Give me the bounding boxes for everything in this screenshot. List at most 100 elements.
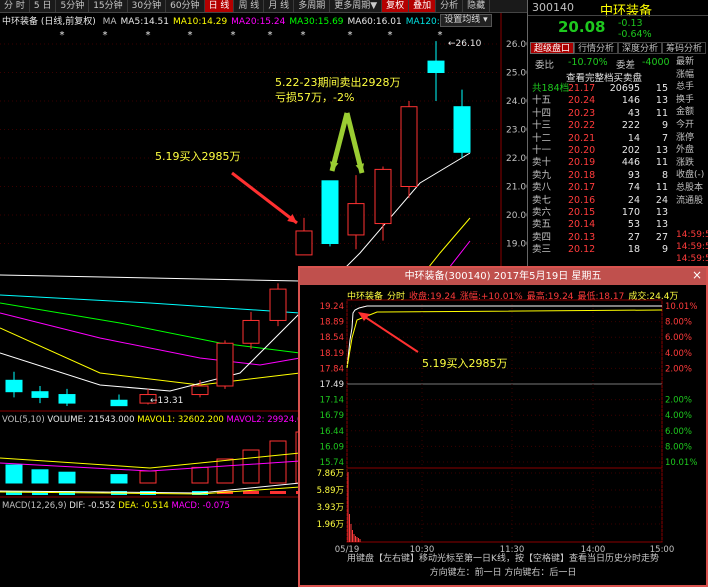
popup-price-tick: 18.19 [320, 349, 344, 359]
candle-body [216, 342, 234, 387]
popup-price-tick: 19.24 [320, 302, 344, 312]
volume-bar [5, 464, 23, 484]
tab-5min[interactable]: 5分钟 [56, 0, 90, 12]
ask-cell: 十五 [532, 95, 552, 107]
ma-legend-item: MA30:15.69 [289, 17, 344, 27]
popup-pct-tick: 6.00% [665, 333, 692, 343]
tab-daily[interactable]: 日 线 [204, 0, 235, 12]
ask-cell: 20.13 [568, 231, 596, 243]
vol-volume: VOLUME: 21543.000 [47, 415, 135, 425]
macd-legend: MACD(12,26,9) DIF: -0.552 DEA: -0.514 MA… [2, 501, 230, 511]
vol-label: VOL(5,10) [2, 415, 45, 425]
popup-pct-tick: 8.00% [665, 318, 692, 328]
tab-deep-analysis[interactable]: 深度分析 [618, 42, 663, 54]
ask-cell: 卖九 [532, 169, 552, 181]
price-change-pct: -0.64% [618, 29, 652, 40]
tab-monthly[interactable]: 月 线 [264, 0, 295, 12]
ask-row: 卖十 20.19 446 11 [530, 156, 668, 169]
divider [528, 15, 708, 16]
ask-cell: 20695 [609, 83, 640, 94]
popup-pct-tick: 4.00% [665, 411, 692, 421]
ma-legend-item: MA5:14.51 [120, 17, 169, 27]
annotation-arrow [344, 112, 365, 174]
popup-price-tick: 16.09 [320, 442, 344, 452]
popup-pct-tick: 10.01% [665, 458, 697, 468]
ask-cell: 十四 [532, 107, 552, 119]
side-label: 最新 [676, 57, 695, 67]
ask-cell: 20.20 [568, 145, 596, 156]
ask-cell: 9 [661, 244, 668, 256]
tab-fenshi[interactable]: 分 时 [0, 0, 30, 12]
popup-price-tick: 18.54 [320, 333, 344, 343]
candle-body [374, 168, 392, 225]
tab-30min[interactable]: 30分钟 [128, 0, 167, 12]
last-price: 20.08 [558, 18, 606, 36]
price-tick-label: 19.00 [506, 240, 527, 250]
stock-name: 中环装备 [600, 4, 653, 19]
ask-cell: 十一 [532, 145, 552, 156]
intraday-chart[interactable]: 19.24 10.01% 18.89 8.00% 18.54 6.00% 18.19 4.00… [300, 268, 706, 585]
ask-cell: 27 [627, 231, 640, 243]
ask-cell: 卖四 [532, 231, 552, 243]
ask-cell: 20.24 [568, 95, 596, 107]
ask-cell: 146 [621, 95, 640, 107]
price-tick-label: 26.00 [506, 40, 527, 50]
popup-price-tick: 17.14 [320, 396, 344, 406]
adjust-button[interactable]: 复权 [382, 0, 410, 12]
ask-cell: 222 [621, 120, 640, 132]
tab-market-analysis[interactable]: 行情分析 [574, 42, 619, 54]
event-star-icon: * [301, 30, 306, 41]
ask-cell: 卖六 [532, 207, 552, 218]
tab-60min[interactable]: 60分钟 [166, 0, 205, 12]
ask-row: 卖五 20.14 53 13 [530, 218, 668, 231]
tab-chip-analysis[interactable]: 筹码分析 [662, 42, 707, 54]
tab-5day[interactable]: 5 日 [30, 0, 57, 12]
ask-cell: 170 [621, 207, 640, 218]
ask-cell: 20.23 [568, 107, 596, 119]
overlay-button[interactable]: 叠加 [409, 0, 437, 12]
volume-bar [191, 466, 209, 484]
ask-cell: 13 [655, 145, 668, 156]
analysis-button[interactable]: 分析 [436, 0, 464, 12]
popup-vol-tick: 5.89万 [317, 486, 344, 496]
ask-cell: 18 [627, 244, 640, 256]
price-tick-label: 23.00 [506, 126, 527, 136]
tab-weekly[interactable]: 周 线 [234, 0, 265, 12]
ask-row: 十五 20.24 146 13 [530, 94, 668, 107]
tab-super-book[interactable]: 超级盘口 [530, 42, 575, 54]
ask-cell: 53 [627, 219, 640, 231]
loss-annotation: 亏损57万，-2% [275, 91, 355, 104]
event-star-icon: * [103, 30, 108, 41]
popup-price-tick: 15.74 [320, 458, 344, 468]
event-star-icon: * [146, 30, 151, 41]
ask-cell: 11 [655, 157, 668, 169]
hide-button[interactable]: 隐藏 [463, 0, 491, 12]
low-price-label: ←13.31 [150, 396, 183, 406]
ask-cell: 共184档 [532, 83, 570, 94]
ask-row: 卖四 20.13 27 27 [530, 231, 668, 244]
ask-cell: 卖五 [532, 219, 552, 231]
buy-annotation: 5.19买入2985万 [155, 150, 241, 163]
side-label: 涨幅 [676, 69, 695, 80]
intraday-popup[interactable]: 中环装备(300140) 2017年5月19日 星期五 × 中环装备 分时 收盘:1… [298, 266, 708, 587]
event-star-icon: * [188, 30, 193, 41]
ask-row: 十三 20.22 222 9 [530, 119, 668, 132]
candle-body [5, 379, 23, 393]
tab-15min[interactable]: 15分钟 [89, 0, 128, 12]
chart-title: 中环装备 (日线,前复权) [2, 17, 96, 27]
ask-cell: 20.22 [568, 120, 596, 132]
tab-more-period[interactable]: 更多周期▼ [330, 0, 383, 12]
ask-cell: 20.19 [568, 157, 596, 169]
ask-cell: 93 [627, 169, 640, 181]
price-tick-label: 20.00 [506, 211, 527, 221]
ask-cell: 十二 [532, 132, 552, 144]
vol-mavol2: MAVOL2: 29924.6 [226, 415, 303, 425]
ma-setting-button[interactable]: 设置均线 ▾ [440, 14, 492, 27]
volume-bar [110, 474, 128, 484]
tab-multi-period[interactable]: 多周期 [294, 0, 331, 12]
ask-row: 十一 20.20 202 13 [530, 144, 668, 157]
popup-pct-tick: 6.00% [665, 427, 692, 437]
peak-price-label: ←26.10 [448, 39, 482, 49]
side-label: 换手 [676, 94, 695, 105]
quote-tabs: 超级盘口 行情分析 深度分析 筹码分析 [530, 42, 708, 54]
